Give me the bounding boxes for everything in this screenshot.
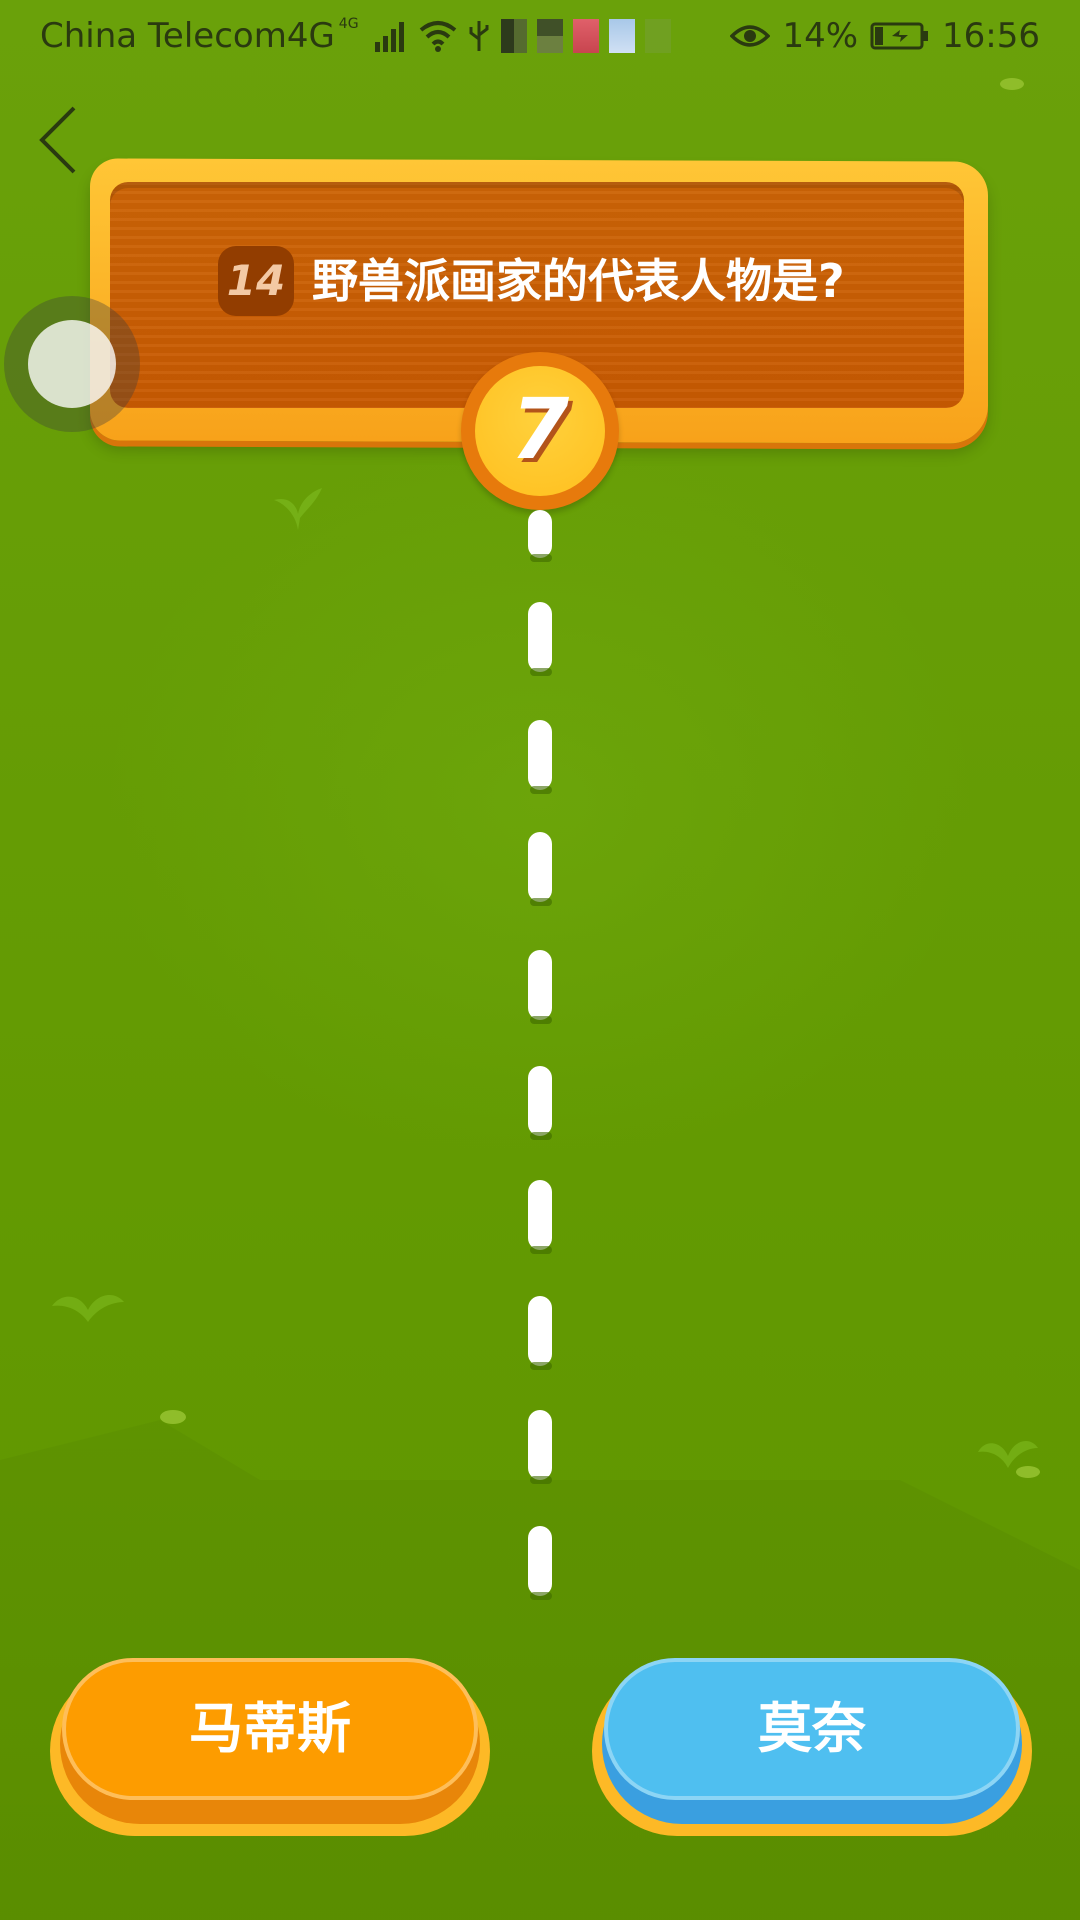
wifi-icon: [419, 21, 456, 52]
center-dashed-divider: [528, 510, 552, 1600]
clock: 16:56: [942, 16, 1040, 56]
notification-icon: [500, 19, 527, 53]
battery-percent: 14%: [782, 16, 859, 56]
pebble-decoration: [1016, 1466, 1040, 1478]
eye-icon: [730, 25, 771, 47]
chevron-left-icon: [39, 106, 76, 174]
back-button[interactable]: [34, 100, 94, 180]
notification-icon: [572, 19, 599, 53]
countdown-timer: 7: [461, 352, 619, 510]
sprout-decoration: [274, 488, 322, 530]
question-number: 14: [218, 246, 294, 316]
notification-icon: [608, 19, 635, 53]
notification-icon: [536, 19, 563, 53]
pebble-decoration: [160, 1410, 186, 1424]
battery-icon: [870, 22, 929, 50]
sprout-decoration: [978, 1441, 1038, 1468]
timer-face: 7: [475, 366, 605, 496]
answer-button-left[interactable]: 马蒂斯: [50, 1658, 490, 1836]
usb-icon: [469, 21, 489, 51]
signal-icon: [374, 22, 404, 52]
network-type-icon: 4G: [338, 16, 359, 32]
floating-assistive-button[interactable]: [4, 296, 140, 432]
sprout-decoration: [52, 1295, 124, 1322]
answer-button-right[interactable]: 莫奈: [592, 1658, 1032, 1836]
floating-button-knob: [28, 320, 116, 408]
timer-value: 7: [510, 380, 570, 478]
status-bar: China Telecom4G 4G 14% 16:56: [0, 0, 1080, 80]
question-text: 野兽派画家的代表人物是?: [312, 254, 845, 308]
notification-icon: [644, 19, 671, 53]
answer-label-right: 莫奈: [758, 1697, 866, 1760]
answer-label-left: 马蒂斯: [189, 1697, 351, 1760]
carrier-name: China Telecom4G: [40, 16, 335, 56]
